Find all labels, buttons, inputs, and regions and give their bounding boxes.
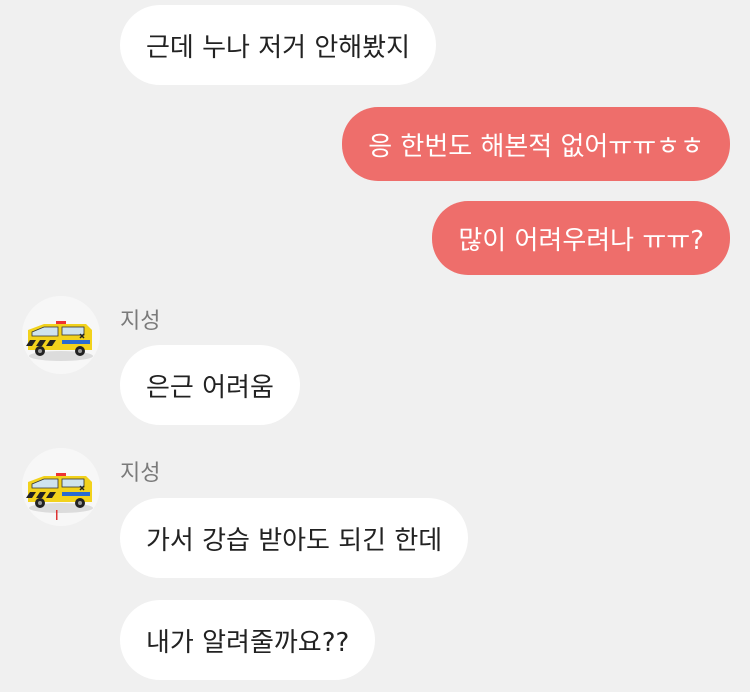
message-text: 응 한번도 해본적 없어ㅠㅠㅎㅎ (368, 131, 704, 162)
message-text: 가서 강습 받아도 되긴 한데 (146, 525, 443, 556)
incoming-message-bubble[interactable]: 내가 알려줄까요?? (120, 600, 376, 680)
incoming-message-bubble[interactable]: 근데 누나 저거 안해봤지 (120, 5, 436, 85)
message-text: 많이 어려우려나 ㅠㅠ? (458, 225, 704, 256)
outgoing-message-bubble[interactable]: 많이 어려우려나 ㅠㅠ? (432, 201, 730, 275)
incoming-message-bubble[interactable]: 은근 어려움 (120, 345, 300, 425)
message-text: 내가 알려줄까요?? (146, 627, 350, 658)
message-text: 은근 어려움 (146, 372, 274, 403)
message-text: 근데 누나 저거 안해봤지 (146, 32, 410, 63)
incoming-message-bubble[interactable]: 가서 강습 받아도 되긴 한데 (120, 498, 469, 578)
sender-name: 지성 (120, 461, 161, 486)
ambulance-toy-avatar[interactable] (22, 448, 100, 526)
outgoing-message-bubble[interactable]: 응 한번도 해본적 없어ㅠㅠㅎㅎ (342, 107, 730, 181)
ambulance-toy-avatar[interactable] (22, 296, 100, 374)
sender-name: 지성 (120, 309, 161, 334)
